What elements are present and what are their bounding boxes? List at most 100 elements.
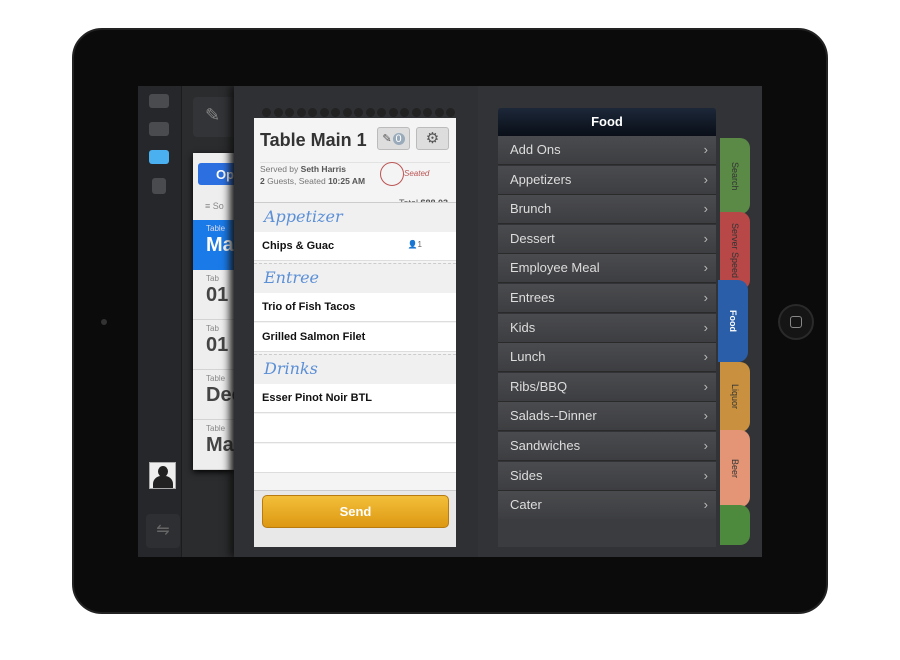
table-icon[interactable] bbox=[149, 122, 169, 136]
camera bbox=[101, 319, 107, 325]
category-label: Entrees bbox=[510, 290, 555, 305]
hole bbox=[365, 108, 375, 117]
order-item[interactable]: Chips & Guac 👤1 bbox=[254, 232, 456, 261]
menu-category[interactable]: Salads--Dinner › bbox=[498, 402, 716, 432]
tab-label: Server Speed bbox=[730, 223, 740, 279]
chevron-right-icon: › bbox=[703, 438, 708, 453]
status-badge: Seated bbox=[404, 169, 430, 178]
order-ticket: Table Main 1 ✎ 0 ⚙ Served by Seth Harris … bbox=[254, 100, 456, 547]
hole bbox=[411, 108, 421, 117]
sidebar: ⇋ bbox=[138, 86, 182, 557]
home-button[interactable] bbox=[778, 304, 814, 340]
user-avatar-icon[interactable] bbox=[149, 462, 176, 489]
category-label: Sandwiches bbox=[510, 438, 581, 453]
side-tab[interactable]: Server Speed bbox=[720, 212, 750, 290]
menu-category[interactable]: Cater › bbox=[498, 491, 716, 521]
chevron-right-icon: › bbox=[703, 497, 708, 513]
hole bbox=[400, 108, 409, 117]
category-label: Employee Meal bbox=[510, 260, 600, 276]
served-by-label: Served by bbox=[260, 164, 299, 174]
menu-category[interactable]: Add Ons › bbox=[498, 136, 716, 165]
order-title: Table Main 1 bbox=[260, 130, 367, 150]
switch-icon[interactable]: ⇋ bbox=[146, 514, 180, 548]
hole bbox=[423, 108, 432, 117]
chevron-right-icon: › bbox=[703, 467, 708, 483]
eraser-icon[interactable] bbox=[149, 150, 169, 164]
chevron-right-icon: › bbox=[703, 290, 708, 305]
seated-time: 10:25 AM bbox=[328, 176, 366, 186]
menu-category[interactable]: Sandwiches › bbox=[498, 432, 716, 461]
chevron-right-icon: › bbox=[703, 378, 708, 394]
hole bbox=[273, 108, 283, 117]
gear-icon[interactable]: ⚙ bbox=[416, 127, 449, 150]
side-tab[interactable] bbox=[720, 505, 750, 545]
tab-label: Liquor bbox=[730, 384, 740, 410]
screen: ⇋ ✎ Op ≡ So Table Ma Tab 01 Tab 01 Table Dec… bbox=[138, 86, 762, 557]
hole bbox=[285, 108, 294, 117]
side-tab[interactable]: Search bbox=[720, 138, 750, 214]
category-label: Sides bbox=[510, 467, 543, 483]
seat-indicator: 👤1 bbox=[407, 240, 422, 249]
chevron-right-icon: › bbox=[703, 201, 708, 217]
chevron-right-icon: › bbox=[703, 171, 708, 187]
hole bbox=[319, 108, 329, 117]
menu-category[interactable]: Appetizers › bbox=[498, 165, 716, 195]
sort-label: So bbox=[212, 201, 224, 211]
section-header: Entree bbox=[254, 263, 456, 293]
item-name: Chips & Guac bbox=[262, 240, 335, 252]
seat-number: 1 bbox=[417, 240, 422, 249]
category-label: Brunch bbox=[510, 201, 552, 217]
order-item[interactable]: Trio of Fish Tacos bbox=[254, 293, 456, 322]
category-label: Dessert bbox=[510, 230, 555, 246]
status-circle bbox=[380, 162, 404, 186]
notes-button[interactable]: ✎ 0 bbox=[377, 127, 410, 150]
hole bbox=[296, 108, 306, 117]
side-tab[interactable]: Beer bbox=[720, 430, 750, 507]
menu-category[interactable]: Ribs/BBQ › bbox=[498, 372, 716, 402]
category-label: Appetizers bbox=[510, 171, 572, 187]
chevron-right-icon: › bbox=[703, 142, 708, 157]
empty-row bbox=[254, 444, 456, 473]
hole bbox=[446, 108, 455, 117]
chevron-right-icon: › bbox=[703, 349, 708, 365]
home-square-icon bbox=[790, 316, 802, 328]
compose-icon[interactable]: ✎ bbox=[193, 97, 237, 137]
chevron-right-icon: › bbox=[703, 319, 708, 335]
menu-category[interactable]: Employee Meal › bbox=[498, 254, 716, 284]
chevron-right-icon: › bbox=[703, 260, 708, 276]
menu-category[interactable]: Kids › bbox=[498, 313, 716, 343]
tab-label: Beer bbox=[730, 458, 740, 478]
menu-category[interactable]: Sides › bbox=[498, 461, 716, 491]
menu-category[interactable]: Dessert › bbox=[498, 224, 716, 254]
category-label: Kids bbox=[510, 319, 536, 335]
home-icon[interactable] bbox=[149, 94, 169, 108]
empty-row bbox=[254, 414, 456, 443]
drink-icon[interactable] bbox=[152, 178, 166, 194]
send-button[interactable]: Send bbox=[262, 495, 449, 528]
category-label: Salads--Dinner bbox=[510, 408, 597, 424]
hole bbox=[342, 108, 352, 117]
category-label: Add Ons bbox=[510, 142, 561, 157]
notepad-holes bbox=[254, 100, 456, 118]
order-item[interactable]: Esser Pinot Noir BTL bbox=[254, 384, 456, 413]
tab-label: Food bbox=[728, 310, 738, 332]
order-item[interactable]: Grilled Salmon Filet bbox=[254, 323, 456, 352]
tab-label: Search bbox=[730, 161, 740, 191]
hole bbox=[388, 108, 398, 117]
side-tab[interactable]: Liquor bbox=[720, 362, 750, 432]
hole bbox=[434, 108, 444, 117]
hole bbox=[331, 108, 340, 117]
guest-count: 2 bbox=[260, 176, 265, 186]
hole bbox=[262, 108, 271, 117]
guests-label: Guests, Seated bbox=[267, 176, 326, 186]
section-header: Appetizer bbox=[254, 202, 456, 232]
hole bbox=[377, 108, 386, 117]
side-tab[interactable]: Food bbox=[718, 280, 748, 362]
menu-category[interactable]: Lunch › bbox=[498, 343, 716, 373]
server-name: Seth Harris bbox=[300, 164, 347, 174]
menu-category[interactable]: Brunch › bbox=[498, 195, 716, 225]
category-label: Ribs/BBQ bbox=[510, 378, 568, 394]
chevron-right-icon: › bbox=[703, 230, 708, 246]
menu-category[interactable]: Entrees › bbox=[498, 284, 716, 313]
sort-row[interactable]: ≡ So bbox=[205, 201, 224, 211]
